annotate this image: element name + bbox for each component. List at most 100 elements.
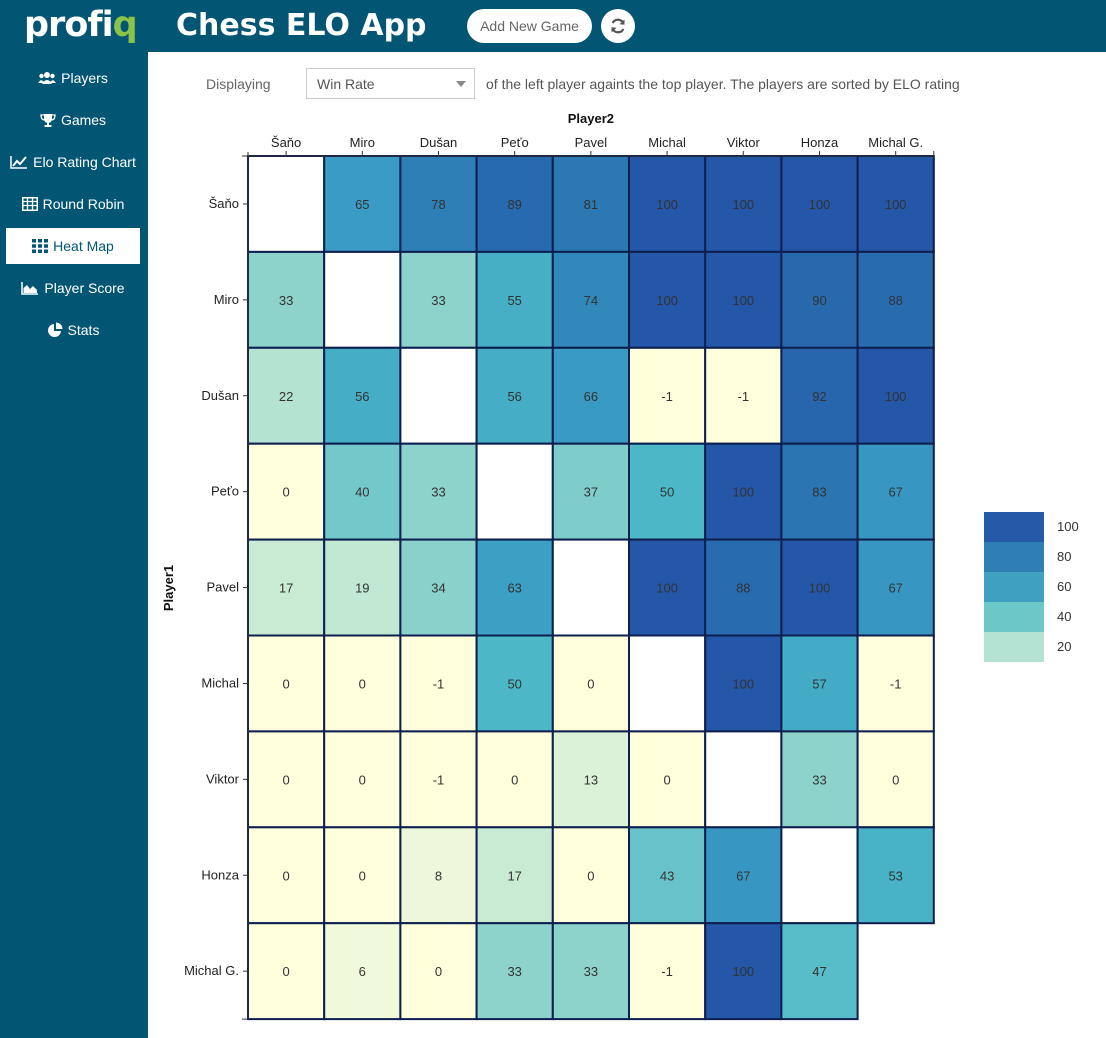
heatmap-cell-value: 0: [587, 677, 594, 692]
heatmap-legend: 100 80 60 40 20: [984, 512, 1084, 662]
heatmap-cell-value: 100: [732, 293, 754, 308]
heatmap-cell-value: 33: [279, 293, 293, 308]
heatmap-chart: 65 78 89 81 100 100 100 10033 33 55 74 100 100 90 8822…: [161, 111, 935, 1021]
heatmap-cell-value: 0: [282, 772, 289, 787]
heatmap-cell: [704, 730, 783, 829]
heatmap-cell-value: 100: [656, 581, 678, 596]
heatmap-cell-value: 83: [812, 485, 826, 500]
heatmap-cell-value: 22: [279, 389, 293, 404]
heatmap-cell-value: 0: [359, 772, 366, 787]
legend-label: 60: [1057, 579, 1072, 594]
legend-item: 100: [984, 512, 1084, 542]
heatmap-cell-value: 100: [809, 197, 831, 212]
heatmap-cell-value: 0: [359, 677, 366, 692]
heatmap-cell-value: 33: [812, 772, 826, 787]
y-tick-label: Pavel: [206, 580, 239, 595]
heatmap-cell: [323, 250, 402, 349]
legend-label: 40: [1057, 609, 1072, 624]
legend-label: 100: [1057, 519, 1079, 534]
legend-item: 40: [984, 602, 1084, 632]
heatmap-cell-value: 17: [507, 868, 521, 883]
heatmap-cell-value: -1: [661, 964, 673, 979]
heatmap-cell-value: 0: [282, 485, 289, 500]
legend-swatch: [984, 602, 1044, 632]
heatmap-cell-value: 34: [431, 581, 445, 596]
y-tick-label: Honza: [201, 867, 239, 882]
x-tick-label: Michal G.: [868, 135, 923, 150]
legend-swatch: [984, 572, 1044, 602]
heatmap-cell-value: 63: [507, 581, 521, 596]
heatmap-cell-value: 56: [507, 389, 521, 404]
legend-swatch: [984, 542, 1044, 572]
x-tick-label: Peťo: [501, 135, 529, 150]
heatmap-cell-value: 100: [809, 581, 831, 596]
heatmap-cell-value: 33: [431, 293, 445, 308]
heatmap-cell-value: 47: [812, 964, 826, 979]
y-tick-label: Viktor: [206, 771, 240, 786]
heatmap-cell: [551, 538, 630, 637]
x-tick-label: Viktor: [727, 135, 761, 150]
heatmap-cell-value: 17: [279, 581, 293, 596]
heatmap-cell-value: 78: [431, 197, 445, 212]
heatmap-cell-value: 0: [282, 677, 289, 692]
heatmap-cell-value: 0: [282, 868, 289, 883]
heatmap-cell-value: 33: [431, 485, 445, 500]
heatmap-cell-value: 100: [885, 197, 907, 212]
heatmap-cell: [475, 442, 554, 541]
legend-label: 20: [1057, 639, 1072, 654]
legend-item: 80: [984, 542, 1084, 572]
heatmap-cell-value: 100: [885, 389, 907, 404]
heatmap-cell-value: 0: [892, 772, 899, 787]
heatmap-cell-value: 88: [736, 581, 750, 596]
heatmap-cell-value: 65: [355, 197, 369, 212]
legend-swatch: [984, 512, 1044, 542]
heatmap-cell-value: 0: [435, 964, 442, 979]
heatmap-cell-value: 19: [355, 581, 369, 596]
heatmap-cell: [780, 826, 859, 925]
heatmap-cell-value: 50: [660, 485, 674, 500]
heatmap-cell-value: 33: [507, 964, 521, 979]
heatmap-cell-value: 100: [732, 677, 754, 692]
heatmap-cell-value: 81: [584, 197, 598, 212]
x-tick-label: Dušan: [420, 135, 458, 150]
x-tick-label: Honza: [801, 135, 839, 150]
heatmap-cell-value: 67: [888, 581, 902, 596]
heatmap-cell-value: 67: [736, 868, 750, 883]
y-tick-label: Michal G.: [184, 963, 239, 978]
y-tick-label: Dušan: [201, 388, 239, 403]
x-tick-label: Šaňo: [271, 135, 301, 150]
heatmap-cell-value: 0: [359, 868, 366, 883]
x-tick-label: Pavel: [575, 135, 608, 150]
y-tick-label: Peťo: [211, 484, 239, 499]
y-tick-label: Miro: [214, 292, 239, 307]
heatmap-cell-value: 74: [584, 293, 598, 308]
legend-item: 20: [984, 632, 1084, 662]
heatmap-cell-value: 56: [355, 389, 369, 404]
heatmap-cell-value: 0: [282, 964, 289, 979]
heatmap-cell-value: 67: [888, 485, 902, 500]
heatmap-cell-value: 53: [888, 868, 902, 883]
heatmap-cell-value: 0: [587, 868, 594, 883]
heatmap-cell-value: -1: [433, 677, 445, 692]
heatmap-cell-value: 50: [507, 677, 521, 692]
heatmap-cell-value: 100: [732, 964, 754, 979]
y-axis-title: Player1: [161, 565, 176, 611]
heatmap-cell: [247, 155, 326, 253]
heatmap-cell-value: 13: [584, 772, 598, 787]
legend-swatch: [984, 632, 1044, 662]
heatmap-cell-value: 88: [888, 293, 902, 308]
heatmap-cell-value: 57: [812, 677, 826, 692]
heatmap-cell-value: -1: [661, 389, 673, 404]
legend-item: 60: [984, 572, 1084, 602]
heatmap-cell-value: 0: [511, 772, 518, 787]
heatmap-cell-value: 40: [355, 485, 369, 500]
heatmap-cell-value: 8: [435, 868, 442, 883]
y-tick-label: Šaňo: [209, 196, 239, 211]
heatmap-cell-value: 100: [656, 293, 678, 308]
heatmap-cell-value: 89: [507, 197, 521, 212]
x-tick-label: Miro: [350, 135, 375, 150]
legend-label: 80: [1057, 549, 1072, 564]
heatmap-cell-value: -1: [433, 772, 445, 787]
heatmap-cell-value: 90: [812, 293, 826, 308]
heatmap-cell-value: -1: [738, 389, 750, 404]
